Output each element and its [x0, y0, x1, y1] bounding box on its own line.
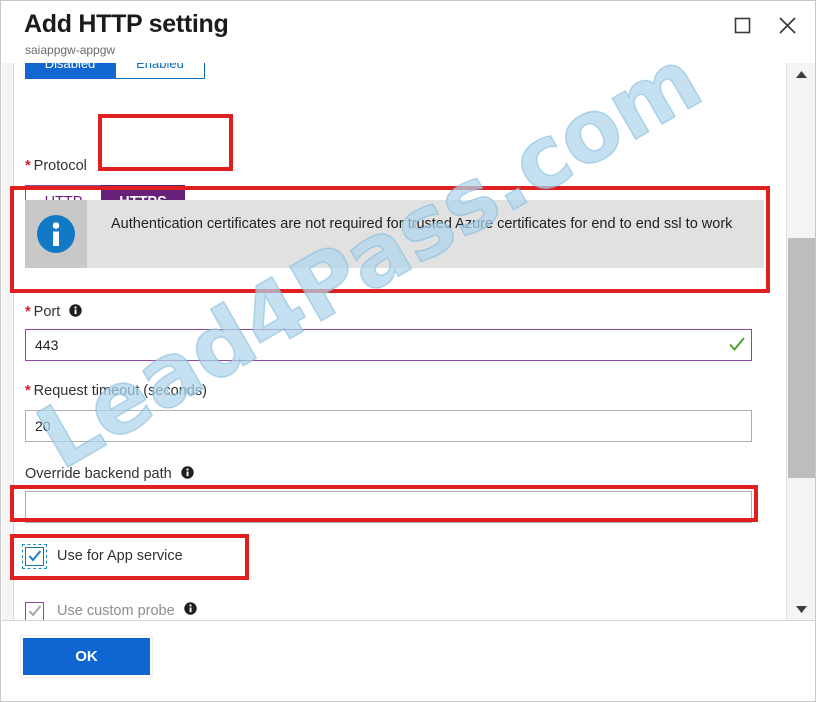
port-required-marker: * — [25, 304, 31, 320]
scrollbar-up-arrow-icon[interactable] — [787, 63, 815, 85]
state-toggle-disabled[interactable]: Disabled — [25, 63, 115, 79]
blade-footer: OK — [2, 620, 815, 701]
protocol-required-marker: * — [25, 158, 31, 174]
use-for-app-service-checkbox[interactable] — [22, 543, 47, 569]
info-banner-message: Authentication certificates are not requ… — [111, 216, 733, 232]
checkmark-icon — [28, 605, 41, 617]
info-banner: Authentication certificates are not requ… — [25, 200, 764, 268]
close-icon[interactable] — [770, 10, 804, 40]
override-backend-path-label-text: Override backend path — [25, 466, 172, 482]
scrollbar-thumb[interactable] — [788, 238, 815, 478]
checkmark-icon — [28, 550, 41, 562]
override-backend-path-info-icon[interactable] — [181, 466, 194, 483]
override-backend-path-label: Override backend path — [25, 466, 194, 483]
request-timeout-input[interactable] — [25, 410, 752, 442]
use-custom-probe-checkbox[interactable] — [25, 601, 44, 620]
form-scrollbar[interactable] — [786, 63, 815, 620]
port-input[interactable] — [25, 329, 752, 361]
use-custom-probe-label: Use custom probe — [57, 603, 175, 619]
page-title: Add HTTP setting — [24, 10, 229, 38]
port-label: * Port — [25, 304, 82, 321]
request-timeout-label: * Request timeout (seconds) — [25, 383, 207, 399]
use-for-app-service-label: Use for App service — [57, 548, 183, 564]
port-info-icon[interactable] — [69, 304, 82, 321]
page-subtitle: saiappgw-appgw — [25, 43, 116, 57]
form-scroll-region: Disabled Enabled *Protocol HTTP HTTPS Au… — [14, 63, 786, 620]
use-custom-probe-checkbox-row[interactable]: Use custom probe — [25, 598, 197, 620]
request-timeout-label-text: Request timeout (seconds) — [33, 383, 207, 399]
ok-button[interactable]: OK — [20, 635, 153, 678]
port-label-text: Port — [33, 304, 61, 320]
info-icon — [25, 200, 87, 268]
state-toggle[interactable]: Disabled Enabled — [25, 63, 205, 79]
add-http-setting-blade: Add HTTP setting saiappgw-appgw Disabled… — [0, 0, 816, 702]
state-toggle-enabled[interactable]: Enabled — [115, 63, 205, 79]
scrollbar-down-arrow-icon[interactable] — [787, 598, 815, 620]
protocol-label: * Protocol — [25, 158, 87, 174]
protocol-label-text: Protocol — [33, 158, 87, 174]
blade-left-gutter — [2, 63, 14, 620]
request-timeout-required-marker: * — [25, 383, 31, 399]
use-for-app-service-checkbox-row[interactable]: Use for App service — [22, 543, 183, 569]
override-backend-path-input[interactable] — [25, 491, 752, 523]
maximize-icon[interactable] — [725, 10, 759, 40]
use-custom-probe-info-icon[interactable] — [183, 602, 197, 620]
blade-header: Add HTTP setting saiappgw-appgw — [2, 2, 815, 63]
